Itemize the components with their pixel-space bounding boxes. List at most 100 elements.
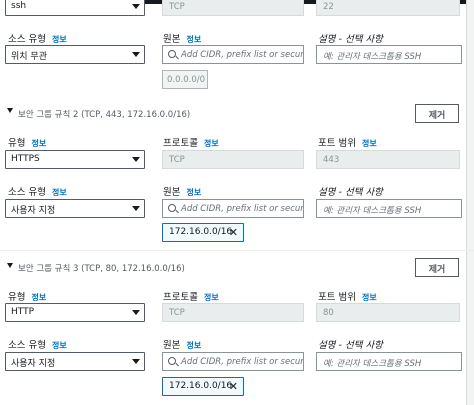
port-value: 22 — [323, 2, 334, 12]
source-placeholder: Add CIDR, prefix list or security — [181, 204, 304, 214]
section-divider — [0, 250, 474, 251]
type-select-value: ssh — [11, 1, 27, 11]
protocol-label-rule2: 프로토콜 정보 — [163, 135, 219, 149]
chevron-down-icon — [132, 310, 140, 315]
info-link[interactable]: 정보 — [362, 293, 377, 302]
port-label-text: 포트 범위 — [318, 138, 356, 149]
type-select-rule3[interactable]: HTTP — [5, 303, 145, 322]
source-token-rule3: 172.16.0.0/16 ✕ — [162, 377, 244, 396]
description-label-rule2: 설명 - 선택 사항 — [318, 187, 383, 198]
token-value: 172.16.0.0/16 — [169, 227, 233, 237]
type-label-rule2: 유형 정보 — [8, 135, 46, 149]
description-input-rule1[interactable]: 예: 관리자 데스크톱용 SSH — [316, 45, 462, 64]
token-value: 0.0.0.0/0 — [167, 75, 206, 85]
protocol-value: TCP — [169, 155, 185, 165]
token-value: 172.16.0.0/16 — [169, 381, 233, 391]
port-label-rule3: 포트 범위 정보 — [318, 289, 377, 303]
info-link[interactable]: 정보 — [186, 341, 201, 350]
source-label-text: 원본 — [163, 340, 181, 351]
source-type-value: 사용자 지정 — [11, 359, 56, 369]
protocol-label-text: 프로토콜 — [163, 292, 198, 303]
port-field-rule1: 22 — [316, 0, 460, 16]
source-token-rule2: 172.16.0.0/16 ✕ — [162, 223, 244, 242]
remove-rule3-button[interactable]: 제거 — [415, 258, 459, 277]
description-placeholder: 예: 관리자 데스크톱용 SSH — [323, 52, 422, 62]
description-input-rule2[interactable]: 예: 관리자 데스크톱용 SSH — [316, 199, 462, 218]
collapse-triangle-icon[interactable] — [7, 108, 13, 113]
source-type-label-rule1: 소스 유형 정보 — [8, 31, 67, 45]
search-icon — [168, 357, 176, 365]
info-link[interactable]: 정보 — [31, 293, 46, 302]
source-label-rule2: 원본 정보 — [163, 184, 201, 198]
protocol-field-rule1: TCP — [162, 0, 304, 16]
source-placeholder: Add CIDR, prefix list or security — [181, 357, 304, 367]
protocol-field-rule2: TCP — [162, 150, 304, 169]
source-type-value: 사용자 지정 — [11, 206, 56, 216]
search-icon — [168, 204, 176, 212]
info-link[interactable]: 정보 — [186, 35, 201, 44]
type-label-rule3: 유형 정보 — [8, 289, 46, 303]
protocol-field-rule3: TCP — [162, 303, 304, 322]
search-icon — [168, 50, 176, 58]
source-type-select-rule3[interactable]: 사용자 지정 — [5, 352, 145, 371]
source-type-select-rule1[interactable]: 위치 무관 — [5, 45, 145, 64]
info-link[interactable]: 정보 — [186, 188, 201, 197]
source-type-label-text: 소스 유형 — [8, 187, 46, 198]
chevron-down-icon — [132, 157, 140, 162]
source-type-label-rule3: 소스 유형 정보 — [8, 337, 67, 351]
source-type-label-text: 소스 유형 — [8, 34, 46, 45]
description-input-rule3[interactable]: 예: 관리자 데스크톱용 SSH — [316, 352, 462, 371]
chevron-down-icon — [132, 52, 140, 57]
chevron-down-icon — [132, 206, 140, 211]
description-placeholder: 예: 관리자 데스크톱용 SSH — [323, 206, 422, 216]
type-select-value: HTTP — [11, 307, 35, 317]
chevron-down-icon — [132, 4, 140, 9]
info-link[interactable]: 정보 — [52, 35, 67, 44]
protocol-label-text: 프로토콜 — [163, 138, 198, 149]
type-label-text: 유형 — [8, 138, 26, 149]
source-type-select-rule2[interactable]: 사용자 지정 — [5, 199, 145, 218]
info-link[interactable]: 정보 — [31, 139, 46, 148]
port-label-rule2: 포트 범위 정보 — [318, 135, 377, 149]
description-placeholder: 예: 관리자 데스크톱용 SSH — [323, 359, 422, 369]
protocol-value: TCP — [169, 308, 185, 318]
rule2-title: 보안 그룹 규칙 2 (TCP, 443, 172.16.0.0/16) — [18, 110, 191, 120]
source-label-rule1: 원본 정보 — [163, 31, 201, 45]
port-field-rule2: 443 — [316, 150, 460, 169]
protocol-label-rule3: 프로토콜 정보 — [163, 289, 219, 303]
source-search-input-rule1[interactable]: Add CIDR, prefix list or security — [162, 45, 304, 64]
type-label-text: 유형 — [8, 292, 26, 303]
info-link[interactable]: 정보 — [204, 293, 219, 302]
port-field-rule3: 80 — [316, 303, 460, 322]
source-search-input-rule3[interactable]: Add CIDR, prefix list or security — [162, 352, 304, 371]
info-link[interactable]: 정보 — [362, 139, 377, 148]
collapse-triangle-icon[interactable] — [7, 263, 13, 268]
source-label-text: 원본 — [163, 34, 181, 45]
type-select-rule1[interactable]: ssh — [5, 0, 145, 16]
port-label-text: 포트 범위 — [318, 292, 356, 303]
info-link[interactable]: 정보 — [204, 139, 219, 148]
chevron-down-icon — [132, 359, 140, 364]
source-type-label-rule2: 소스 유형 정보 — [8, 184, 67, 198]
source-token-rule1: 0.0.0.0/0 — [162, 70, 208, 89]
rule3-title: 보안 그룹 규칙 3 (TCP, 80, 172.16.0.0/16) — [18, 264, 185, 274]
description-label-rule3: 설명 - 선택 사항 — [318, 340, 383, 351]
info-link[interactable]: 정보 — [52, 341, 67, 350]
info-link[interactable]: 정보 — [52, 188, 67, 197]
type-select-value: HTTPS — [11, 154, 40, 164]
source-search-input-rule2[interactable]: Add CIDR, prefix list or security — [162, 199, 304, 218]
source-placeholder: Add CIDR, prefix list or security — [181, 50, 304, 60]
description-label-rule1: 설명 - 선택 사항 — [318, 34, 383, 45]
source-type-label-text: 소스 유형 — [8, 340, 46, 351]
port-value: 80 — [323, 308, 334, 318]
source-type-value: 위치 무관 — [11, 52, 47, 62]
source-label-text: 원본 — [163, 187, 181, 198]
port-value: 443 — [323, 155, 340, 165]
close-icon[interactable]: ✕ — [229, 226, 238, 239]
type-select-rule2[interactable]: HTTPS — [5, 150, 145, 169]
close-icon[interactable]: ✕ — [229, 380, 238, 393]
scrollbar[interactable] — [466, 0, 474, 405]
remove-rule2-button[interactable]: 제거 — [415, 104, 459, 123]
source-label-rule3: 원본 정보 — [163, 337, 201, 351]
protocol-value: TCP — [169, 2, 185, 12]
